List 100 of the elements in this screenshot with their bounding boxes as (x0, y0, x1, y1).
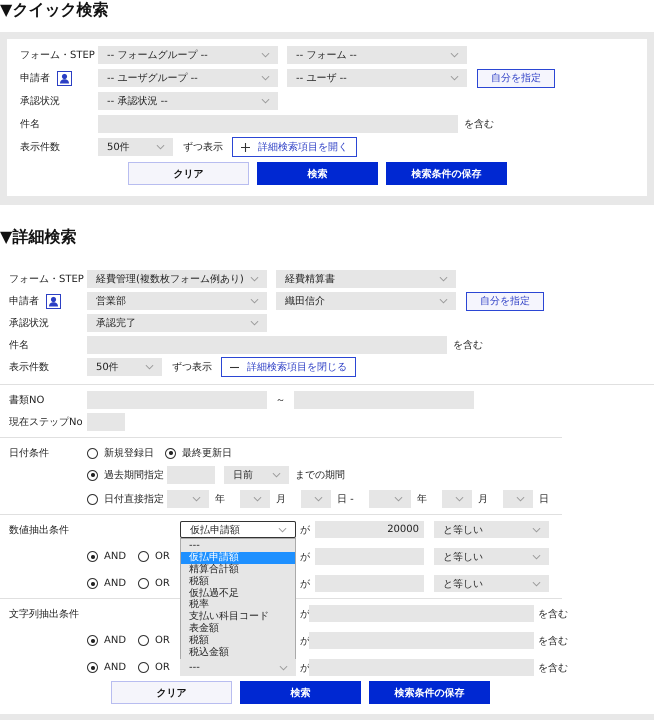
action-button[interactable]: クリア (128, 162, 249, 185)
field-label: フォーム・STEP (20, 49, 96, 62)
select-field[interactable] (301, 490, 331, 508)
text-input[interactable] (309, 632, 534, 649)
suffix-text: を含む (453, 338, 483, 352)
field-label: 表示件数 (20, 140, 61, 154)
chevron-down-icon (253, 496, 262, 502)
action-button[interactable]: 検索 (257, 162, 378, 185)
person-icon[interactable] (46, 294, 61, 308)
select-field[interactable]: 50件 (98, 138, 173, 156)
chevron-down-icon (250, 276, 259, 282)
chevron-down-icon (192, 496, 201, 502)
dropdown-option[interactable]: 表金額 (181, 623, 295, 636)
select-field[interactable]: -- フォーム -- (287, 46, 467, 64)
radio-button[interactable] (87, 448, 98, 458)
radio-label: AND (104, 578, 126, 589)
assign-self-button[interactable]: 自分を指定 (466, 292, 544, 310)
dropdown-option[interactable]: 仮払過不足 (181, 588, 295, 600)
dropdown-option[interactable]: 精算合計額 (181, 564, 295, 576)
radio-button[interactable] (165, 448, 176, 458)
particle-text: が (300, 578, 311, 590)
action-button[interactable]: 検索条件の保存 (386, 162, 507, 185)
toggle-details-button[interactable]: 詳細検索項目を閉じる (221, 357, 356, 377)
radio-button[interactable] (138, 662, 150, 673)
field-label: 件名 (20, 118, 41, 131)
text-input[interactable] (309, 659, 534, 676)
action-button[interactable]: 検索 (240, 681, 361, 704)
number-input[interactable] (315, 548, 424, 565)
action-button[interactable]: クリア (111, 681, 232, 704)
particle-text: が (300, 524, 311, 536)
chevron-down-icon (278, 526, 287, 532)
suffix-text: を含む (538, 662, 568, 674)
select-field[interactable] (442, 490, 472, 508)
subject-input[interactable] (87, 336, 447, 354)
number-input[interactable] (315, 575, 424, 592)
dropdown-option[interactable]: 税率 (181, 599, 295, 612)
chevron-down-icon (261, 75, 270, 81)
select-field[interactable] (368, 490, 411, 508)
field-label: 申請者 (9, 294, 39, 308)
select-field[interactable]: 承認完了 (87, 314, 267, 332)
assign-self-button[interactable]: 自分を指定 (477, 68, 555, 88)
select-field[interactable]: -- 承認状況 -- (98, 92, 278, 110)
text-input[interactable] (309, 605, 534, 622)
chevron-down-icon (516, 496, 525, 502)
toggle-details-button[interactable]: 詳細検索項目を開く (232, 137, 357, 157)
radio-label: 日付直接指定 (104, 492, 165, 506)
field-label: 件名 (9, 339, 30, 352)
select-field[interactable]: -- フォームグループ -- (98, 46, 278, 64)
select-field[interactable]: --- (180, 659, 296, 676)
dropdown-option[interactable]: 支払い科目コード (181, 611, 295, 624)
select-field[interactable]: と等しい (434, 521, 549, 538)
select-field[interactable]: 経費精算書 (276, 270, 456, 288)
text-input[interactable] (167, 466, 215, 484)
radio-button[interactable] (138, 635, 150, 646)
select-field[interactable]: 営業部 (87, 292, 267, 310)
number-input[interactable]: 20000 (315, 521, 424, 538)
radio-label: OR (155, 662, 170, 673)
select-field[interactable]: 50件 (87, 358, 162, 376)
subject-input[interactable] (98, 115, 458, 133)
text-input[interactable] (294, 391, 474, 409)
select-field[interactable] (167, 490, 209, 508)
text-input[interactable] (87, 413, 125, 431)
radio-button[interactable] (87, 578, 98, 589)
select-field[interactable] (240, 490, 270, 508)
action-button[interactable]: 検索条件の保存 (369, 681, 490, 704)
chevron-down-icon (454, 496, 464, 502)
select-field[interactable]: 日前 (224, 466, 289, 484)
select-field[interactable]: 織田信介 (276, 292, 456, 310)
chevron-down-icon (532, 554, 541, 560)
radio-button[interactable] (87, 551, 98, 562)
suffix-text: ずつ表示 (172, 360, 212, 374)
radio-button[interactable] (87, 494, 98, 504)
chevron-down-icon (250, 320, 259, 326)
radio-button[interactable] (138, 551, 150, 562)
radio-button[interactable] (87, 635, 98, 646)
select-field[interactable]: -- ユーザ -- (287, 69, 467, 87)
radio-button[interactable] (87, 470, 98, 480)
chevron-down-icon (394, 496, 403, 502)
select-field[interactable] (502, 490, 533, 508)
dropdown-option[interactable]: 税額 (181, 635, 295, 648)
dropdown-option[interactable]: --- (181, 540, 295, 552)
select-field[interactable]: と等しい (434, 548, 549, 565)
section-heading: ▼クイック検索 (0, 0, 110, 21)
select-field[interactable]: 経費管理(複数枚フォーム例あり) (87, 270, 267, 288)
text-input[interactable] (87, 391, 267, 409)
dropdown-option[interactable]: 税込金額 (181, 647, 295, 659)
field-label: 数値抽出条件 (9, 524, 70, 536)
suffix-text: を含む (538, 634, 568, 648)
chevron-down-icon (532, 580, 541, 586)
select-field[interactable]: -- ユーザグループ -- (98, 69, 278, 87)
dropdown-option[interactable]: 税額 (181, 576, 295, 588)
chevron-down-icon (272, 472, 281, 478)
person-icon[interactable] (57, 70, 72, 86)
radio-button[interactable] (138, 578, 150, 589)
radio-button[interactable] (87, 662, 98, 673)
suffix-text: ずつ表示 (183, 140, 223, 154)
date-unit-label: 年 (416, 493, 427, 506)
select-field[interactable]: 仮払申請額 (180, 521, 296, 538)
select-field[interactable]: と等しい (434, 575, 549, 592)
radio-label: 新規登録日 (104, 446, 154, 460)
